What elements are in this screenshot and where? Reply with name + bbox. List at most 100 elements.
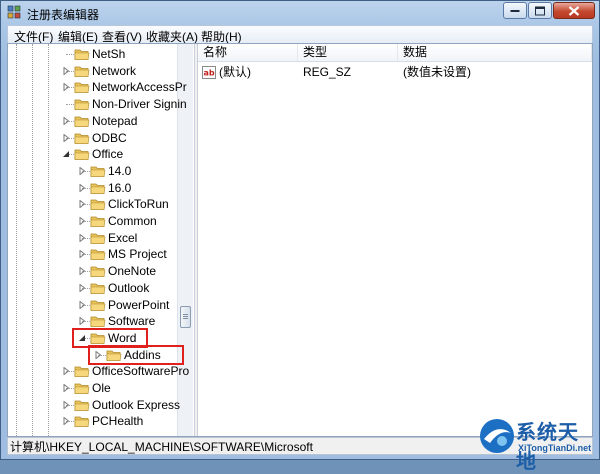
folder-icon — [74, 133, 90, 144]
tree-node-label: Network — [92, 63, 137, 78]
tree-node[interactable]: Non-Driver Signin — [8, 96, 187, 112]
tree-node[interactable]: 14.0 — [8, 163, 176, 179]
tree-node[interactable]: Excel — [8, 230, 176, 246]
watermark-logo-icon — [480, 419, 514, 453]
registry-editor-window: 注册表编辑器 文件(F) 编辑(E) 查看(V) 收藏夹(A) 帮助(H) Ne… — [0, 0, 600, 460]
tree-node-label: 16.0 — [108, 180, 132, 195]
expand-arrow-icon[interactable] — [78, 217, 86, 225]
maximize-button[interactable] — [528, 2, 552, 19]
tree-guide-line — [66, 104, 74, 106]
tree-node[interactable]: Notepad — [8, 113, 176, 129]
tree-node[interactable]: Outlook Express — [8, 397, 180, 413]
value-type: REG_SZ — [303, 65, 352, 79]
folder-icon — [74, 82, 90, 94]
tree-node[interactable]: ClickToRun — [8, 196, 176, 212]
status-path: 计算机\HKEY_LOCAL_MACHINE\SOFTWARE\Microsof… — [10, 440, 313, 454]
tree-node-label: Outlook — [108, 280, 150, 295]
folder-icon — [74, 49, 90, 60]
value-data: (数值未设置) — [403, 65, 471, 79]
expand-arrow-icon[interactable] — [78, 317, 86, 326]
expand-arrow-icon[interactable] — [78, 300, 86, 309]
tree-node-label: Software — [108, 314, 156, 329]
column-header-data[interactable]: 数据 — [398, 44, 592, 61]
tree-node[interactable]: OfficeSoftwarePro — [8, 363, 189, 379]
tree-node-label: MS Project — [108, 247, 167, 262]
registry-key-tree[interactable]: NetSh Network NetworkAccessPr Non-Driver Si… — [8, 44, 194, 436]
registry-value-list[interactable]: 名称 类型 数据 ab (默认) REG_SZ (数值未设置) — [198, 44, 592, 436]
tree-scroll-thumb[interactable] — [180, 306, 191, 328]
expand-arrow-icon[interactable] — [78, 200, 86, 209]
close-icon — [568, 5, 580, 16]
tree-node-label: PCHealth — [92, 414, 144, 429]
highlight-box — [88, 344, 184, 365]
folder-icon — [90, 300, 106, 311]
tree-node-label: OfficeSoftwarePro — [92, 364, 190, 379]
tree-node[interactable]: OneNote — [8, 263, 176, 279]
tree-node[interactable]: Network — [8, 63, 176, 79]
expand-arrow-icon[interactable] — [78, 166, 86, 175]
expand-arrow-icon[interactable] — [78, 267, 86, 276]
folder-icon — [90, 266, 106, 277]
close-button[interactable] — [553, 2, 595, 19]
expand-arrow-icon[interactable] — [62, 367, 70, 376]
tree-node[interactable]: Common — [8, 213, 176, 229]
expand-arrow-icon[interactable] — [62, 116, 70, 125]
expand-arrow-icon[interactable] — [62, 133, 70, 142]
tree-node-label: Non-Driver Signin — [92, 97, 187, 112]
folder-icon — [74, 383, 90, 394]
tree-node-label: Excel — [108, 230, 138, 245]
column-header-type[interactable]: 类型 — [298, 44, 398, 61]
folder-icon — [74, 400, 90, 411]
folder-icon — [74, 66, 90, 77]
collapse-arrow-icon[interactable] — [62, 150, 70, 158]
tree-node-label: NetSh — [92, 47, 126, 61]
tree-node-label: Ole — [92, 381, 111, 395]
title-bar[interactable]: 注册表编辑器 — [1, 1, 599, 25]
folder-icon — [90, 166, 106, 177]
minimize-icon — [510, 9, 520, 12]
tree-node-label: OneNote — [108, 264, 157, 279]
tree-node[interactable]: NetSh — [8, 46, 176, 62]
tree-node[interactable]: Outlook — [8, 280, 176, 296]
folder-icon — [74, 116, 90, 127]
expand-arrow-icon[interactable] — [78, 283, 86, 292]
svg-text:ab: ab — [204, 69, 215, 78]
watermark-url: XiTongTianDi.net — [518, 443, 592, 453]
folder-icon — [90, 249, 106, 261]
tree-node[interactable]: NetworkAccessPr — [8, 79, 187, 95]
tree-node[interactable]: Office — [8, 146, 176, 162]
expand-arrow-icon[interactable] — [78, 233, 86, 242]
expand-arrow-icon[interactable] — [78, 250, 86, 259]
folder-icon — [90, 316, 106, 328]
tree-node[interactable]: PowerPoint — [8, 297, 176, 313]
expand-arrow-icon[interactable] — [62, 384, 70, 392]
tree-node-label: ClickToRun — [108, 197, 169, 212]
tree-node-label: NetworkAccessPr — [92, 80, 187, 95]
tree-node[interactable]: MS Project — [8, 246, 176, 262]
list-header: 名称 类型 数据 — [198, 44, 592, 62]
column-header-name[interactable]: 名称 — [198, 44, 298, 61]
tree-node-label: Common — [108, 214, 157, 228]
expand-arrow-icon[interactable] — [62, 66, 70, 75]
folder-icon — [90, 199, 106, 211]
tree-node[interactable]: 16.0 — [8, 180, 176, 196]
tree-node-label: 14.0 — [108, 163, 132, 178]
minimize-button[interactable] — [503, 2, 527, 19]
tree-node[interactable]: ODBC — [8, 130, 176, 146]
expand-arrow-icon[interactable] — [62, 417, 70, 426]
tree-node[interactable]: PCHealth — [8, 413, 176, 429]
tree-node[interactable]: Ole — [8, 380, 176, 396]
expand-arrow-icon[interactable] — [62, 83, 70, 92]
expand-arrow-icon[interactable] — [62, 400, 70, 409]
tree-node[interactable]: Software — [8, 313, 176, 329]
string-value-icon: ab — [202, 66, 216, 79]
folder-icon — [74, 416, 90, 428]
tree-node-label: Notepad — [92, 113, 138, 128]
expand-arrow-icon[interactable] — [78, 183, 86, 192]
tree-node-label: Outlook Express — [92, 397, 181, 412]
site-watermark-logo: 系统天地 XiTongTianDi.net — [476, 414, 598, 473]
tree-node-label: PowerPoint — [108, 297, 170, 312]
folder-icon — [90, 216, 106, 227]
folder-icon — [90, 283, 106, 294]
list-item[interactable]: ab (默认) REG_SZ (数值未设置) — [198, 64, 592, 81]
